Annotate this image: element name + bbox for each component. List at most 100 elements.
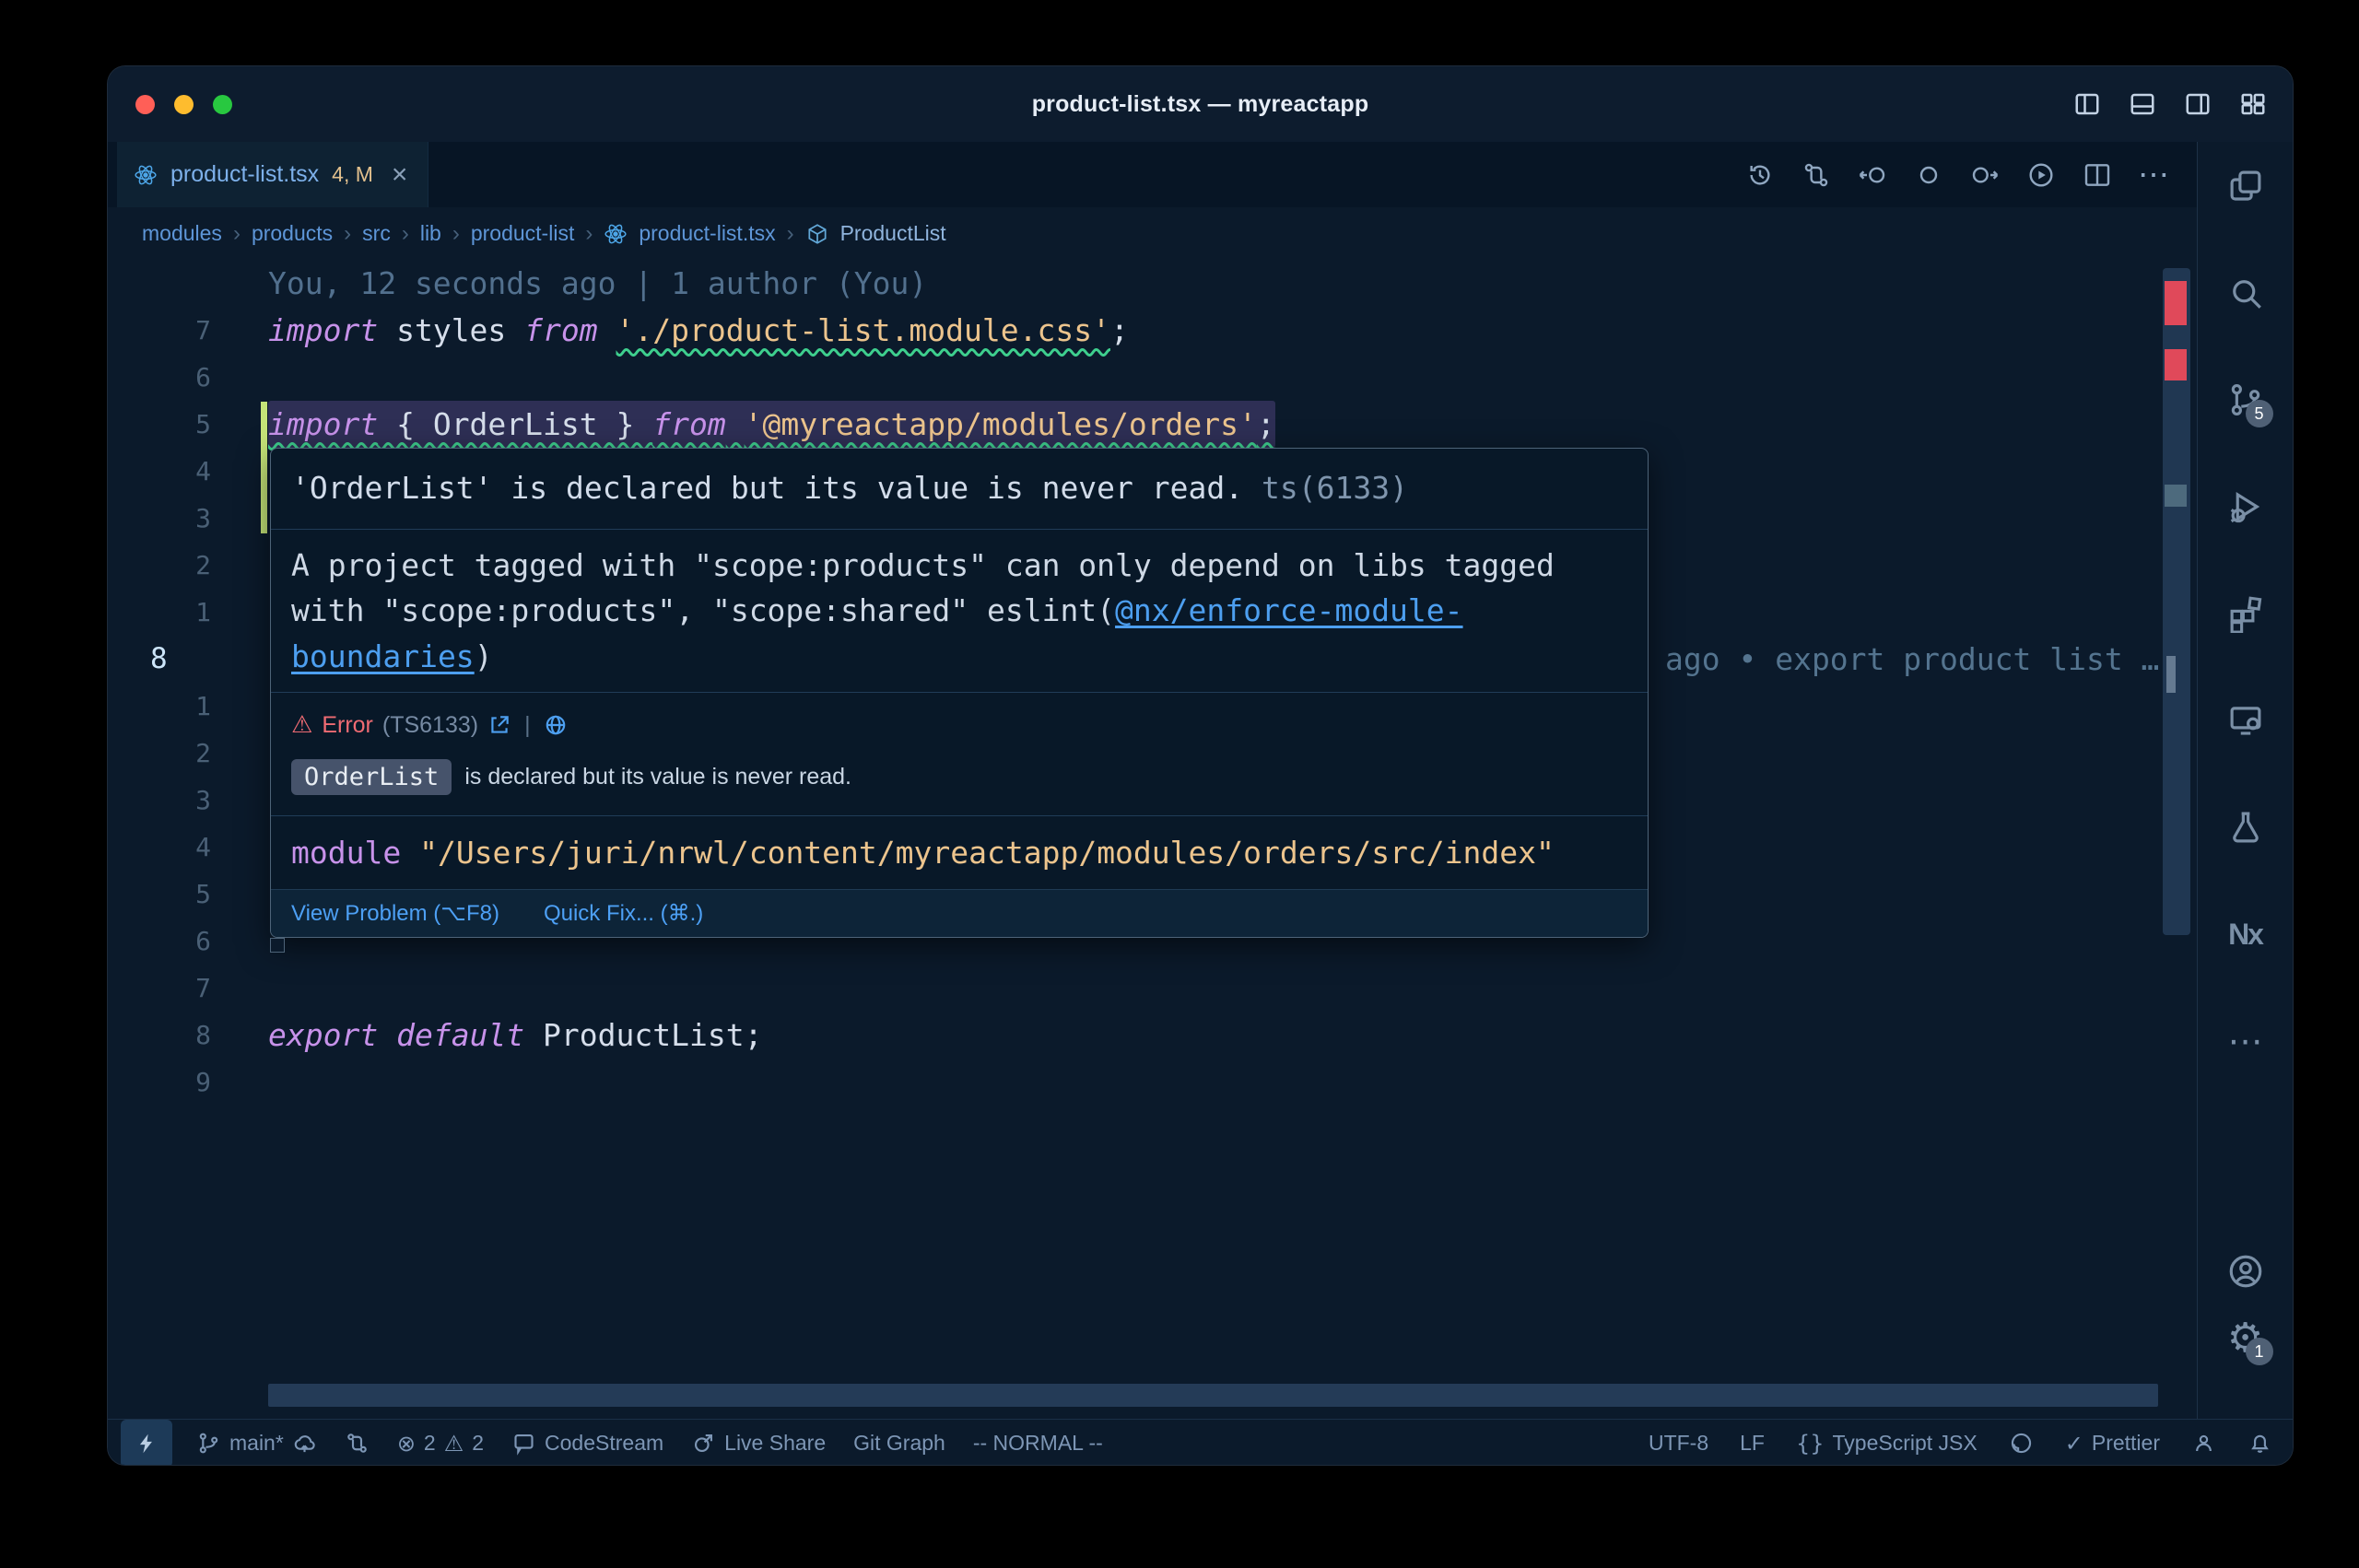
- code-token: export: [268, 1017, 378, 1053]
- toggle-right-sidebar-icon[interactable]: [2182, 90, 2213, 118]
- braces-icon: {}: [1796, 1431, 1825, 1457]
- close-window-button[interactable]: [135, 95, 155, 114]
- github-status[interactable]: [2009, 1431, 2034, 1456]
- copy-files-icon[interactable]: [2225, 166, 2266, 206]
- notifications-bell-icon[interactable]: [2248, 1431, 2272, 1456]
- breadcrumb-item-lib[interactable]: lib: [420, 221, 441, 246]
- live-share-status[interactable]: Live Share: [691, 1431, 826, 1456]
- code-line[interactable]: 9: [108, 1059, 2158, 1106]
- open-external-icon[interactable]: [487, 713, 511, 737]
- code-line[interactable]: 5import { OrderList } from '@myreactapp/…: [108, 401, 2158, 448]
- view-problem-link[interactable]: View Problem (⌥F8): [291, 900, 499, 927]
- code-editor[interactable]: You, 12 seconds ago | 1 author (You)7imp…: [108, 260, 2197, 1419]
- run-debug-icon[interactable]: [2225, 486, 2266, 527]
- split-editor-icon[interactable]: [2082, 159, 2113, 191]
- check-icon: ✓: [2065, 1431, 2083, 1457]
- next-change-icon[interactable]: [1969, 159, 2001, 191]
- code-line[interactable]: 6: [108, 354, 2158, 401]
- run-file-icon[interactable]: [2025, 159, 2057, 191]
- module-keyword: module: [291, 835, 401, 871]
- line-number: 5: [108, 871, 246, 918]
- error-code: (TS6133): [382, 712, 478, 739]
- globe-icon[interactable]: [544, 713, 568, 737]
- code-token: styles: [378, 312, 524, 348]
- ts-error-message: 'OrderList' is declared but its value is…: [291, 470, 1243, 506]
- zoom-window-button[interactable]: [213, 95, 232, 114]
- breadcrumb-separator: ›: [452, 221, 460, 247]
- code-line[interactable]: 7: [108, 965, 2158, 1012]
- compare-changes-icon[interactable]: [1801, 159, 1832, 191]
- code-token: { OrderList }: [378, 406, 652, 442]
- open-changes-icon[interactable]: [1913, 159, 1944, 191]
- git-graph-status[interactable]: Git Graph: [853, 1431, 945, 1456]
- remote-indicator[interactable]: [121, 1420, 172, 1467]
- breadcrumb-item-products[interactable]: products: [252, 221, 333, 246]
- tab-problems-badge: 4, M: [332, 162, 373, 187]
- nx-console-icon[interactable]: Nx: [2225, 914, 2266, 954]
- compare-status[interactable]: [345, 1431, 370, 1456]
- tab-close-icon[interactable]: ×: [392, 161, 408, 189]
- code-token: You, 12 seconds ago | 1 author (You): [268, 265, 927, 301]
- code-line[interactable]: 7import styles from './product-list.modu…: [108, 307, 2158, 354]
- settings-gear-icon[interactable]: ⚙ 1: [2225, 1317, 2266, 1358]
- search-icon[interactable]: [2225, 273, 2266, 313]
- settings-badge: 1: [2246, 1338, 2273, 1365]
- customize-layout-icon[interactable]: [2237, 90, 2269, 118]
- error-count-icon: ⊗: [397, 1431, 416, 1457]
- more-actions-icon[interactable]: ⋯: [2138, 159, 2169, 191]
- git-branch-status[interactable]: main*: [196, 1431, 317, 1456]
- language-mode-status[interactable]: {} TypeScript JSX: [1796, 1431, 1978, 1457]
- breadcrumb-item-file[interactable]: product-list.tsx: [639, 221, 775, 246]
- breadcrumb-item-product-list[interactable]: product-list: [471, 221, 574, 246]
- traffic-lights: [135, 66, 232, 142]
- breadcrumb-item-src[interactable]: src: [362, 221, 391, 246]
- code-token: import: [268, 406, 378, 442]
- breadcrumb-item-modules[interactable]: modules: [142, 221, 222, 246]
- code-token: ProductList;: [524, 1017, 762, 1053]
- warning-count-icon: ⚠: [444, 1431, 464, 1457]
- source-control-icon[interactable]: 5: [2225, 380, 2266, 420]
- window-title: product-list.tsx — myreactapp: [108, 91, 2293, 118]
- additional-views-icon[interactable]: ⋯: [2225, 1021, 2266, 1061]
- eol-status[interactable]: LF: [1740, 1431, 1765, 1456]
- line-number: 6: [108, 918, 246, 965]
- minimize-window-button[interactable]: [174, 95, 194, 114]
- codestream-status[interactable]: CodeStream: [511, 1431, 663, 1456]
- tab-product-list[interactable]: product-list.tsx 4, M ×: [117, 142, 428, 207]
- symbol-chip: OrderList: [291, 759, 452, 795]
- code-line[interactable]: You, 12 seconds ago | 1 author (You): [108, 260, 2158, 307]
- feedback-status[interactable]: [2191, 1431, 2216, 1456]
- overview-ruler: [2158, 260, 2197, 1419]
- breadcrumb-item-symbol[interactable]: ProductList: [840, 221, 946, 246]
- accounts-icon[interactable]: [2225, 1251, 2266, 1292]
- eslint-message-close: ): [475, 638, 493, 674]
- testing-beaker-icon[interactable]: [2225, 807, 2266, 848]
- eol-label: LF: [1740, 1431, 1765, 1456]
- remote-explorer-icon[interactable]: [2225, 700, 2266, 741]
- code-line[interactable]: 8export default ProductList;: [108, 1012, 2158, 1059]
- code-token: default: [396, 1017, 524, 1053]
- code-token: '@myreactapp/modules/orders': [745, 406, 1257, 442]
- diff-mark-neutral: [2165, 485, 2187, 507]
- toggle-panel-icon[interactable]: [2127, 90, 2158, 118]
- code-token: ;: [1110, 312, 1129, 348]
- error-count: 2: [424, 1431, 436, 1456]
- symbol-cube-icon: [805, 222, 829, 246]
- code-token: from: [524, 312, 597, 348]
- timeline-history-icon[interactable]: [1744, 159, 1776, 191]
- encoding-status[interactable]: UTF-8: [1649, 1431, 1708, 1456]
- tooltip-error-header: ⚠ Error (TS6133) |: [271, 693, 1648, 746]
- extensions-icon[interactable]: [2225, 593, 2266, 634]
- breadcrumb-separator: ›: [787, 221, 794, 247]
- toggle-left-sidebar-icon[interactable]: [2071, 90, 2103, 118]
- cursor-position-mark: [2166, 656, 2176, 693]
- quick-fix-link[interactable]: Quick Fix... (⌘.): [544, 900, 703, 927]
- prettier-status[interactable]: ✓ Prettier: [2065, 1431, 2160, 1457]
- error-triangle-icon: ⚠: [291, 711, 312, 739]
- vim-mode-status[interactable]: -- NORMAL --: [973, 1431, 1103, 1456]
- tooltip-module-info: module "/Users/juri/nrwl/content/myreact…: [271, 816, 1648, 889]
- prettier-label: Prettier: [2092, 1431, 2160, 1456]
- horizontal-scrollbar-thumb[interactable]: [268, 1384, 2158, 1407]
- previous-change-icon[interactable]: [1857, 159, 1888, 191]
- problems-status[interactable]: ⊗ 2 ⚠ 2: [397, 1431, 484, 1457]
